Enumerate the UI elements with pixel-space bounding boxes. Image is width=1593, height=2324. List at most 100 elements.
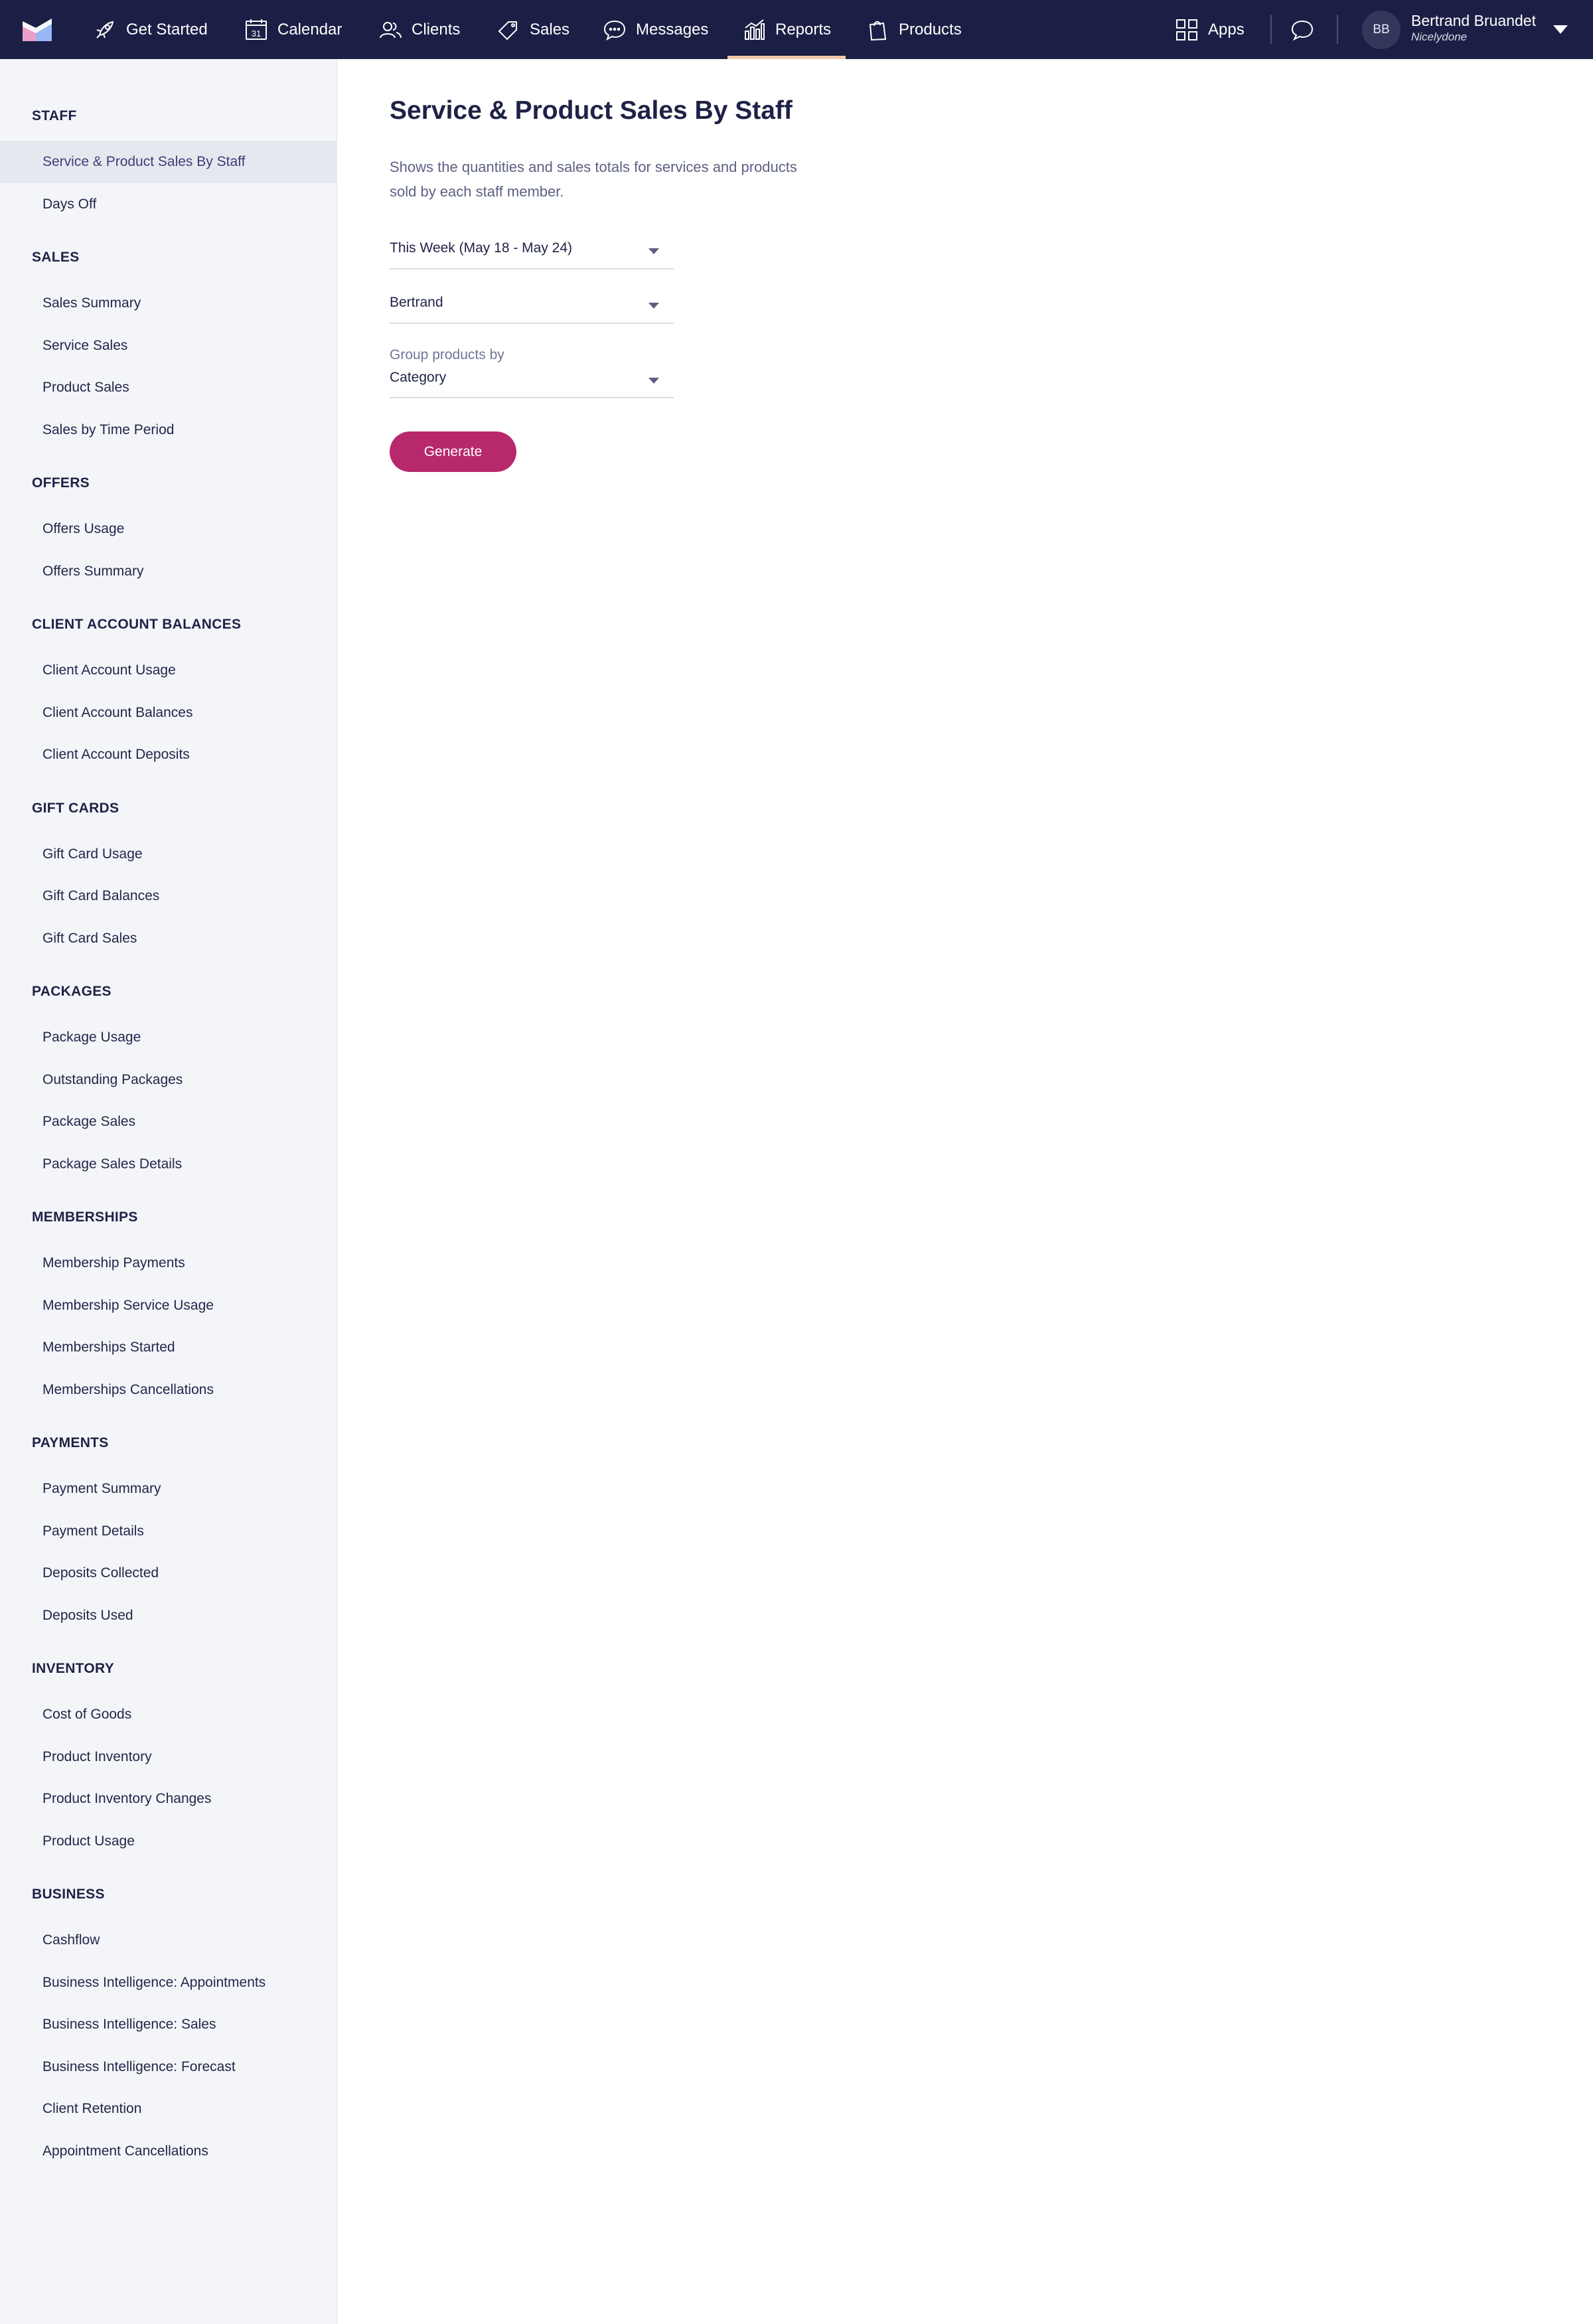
nav-item-label: Sales [530, 20, 570, 39]
page-title: Service & Product Sales By Staff [390, 96, 793, 125]
shopping-bag-icon [869, 21, 887, 40]
nav-item-get-started[interactable]: Get Started [93, 0, 208, 59]
sidebar-section-title: BUSINESS [32, 1887, 105, 1902]
sidebar-item-label: Business Intelligence: Sales [42, 2017, 216, 2032]
sidebar-item-membership-payments[interactable]: Membership Payments [0, 1242, 337, 1284]
nav-item-apps[interactable]: Apps [1175, 0, 1245, 59]
nav-item-label: Apps [1208, 20, 1245, 39]
tag-icon [498, 21, 517, 40]
nav-item-label: Get Started [126, 20, 208, 39]
sidebar-item-label: Service Sales [42, 337, 128, 353]
sidebar-item-payment-details[interactable]: Payment Details [0, 1510, 337, 1553]
sidebar-section-title: STAFF [32, 108, 77, 123]
sidebar-item-label: Memberships Started [42, 1340, 175, 1355]
calendar-icon: 31 [246, 19, 267, 40]
app-logo-icon[interactable] [23, 17, 52, 41]
sidebar-item-client-account-balances[interactable]: Client Account Balances [0, 692, 337, 734]
nav-item-calendar[interactable]: 31 Calendar [244, 0, 342, 59]
nav-item-clients[interactable]: Clients [378, 0, 460, 59]
date-range-value: This Week (May 18 - May 24) [390, 240, 573, 256]
sidebar-item-membership-service-usage[interactable]: Membership Service Usage [0, 1284, 337, 1327]
sidebar-item-label: Gift Card Usage [42, 846, 143, 862]
bar-chart-icon [745, 19, 765, 40]
sidebar-section-title: GIFT CARDS [32, 800, 119, 816]
sidebar-item-label: Membership Payments [42, 1255, 185, 1271]
sidebar-item-label: Payment Summary [42, 1481, 161, 1496]
sidebar-item-product-inventory-changes[interactable]: Product Inventory Changes [0, 1778, 337, 1820]
nav-item-products[interactable]: Products [866, 0, 962, 59]
sidebar-item-memberships-cancellations[interactable]: Memberships Cancellations [0, 1369, 337, 1411]
staff-select[interactable]: Bertrand [390, 295, 674, 324]
top-navigation-bar: Get Started 31 Calendar Clients Sales Me… [0, 0, 1593, 59]
sidebar-item-cashflow[interactable]: Cashflow [0, 1919, 337, 1962]
sidebar-item-label: Package Sales [42, 1114, 136, 1129]
messages-icon [603, 20, 626, 40]
nav-item-label: Clients [412, 20, 461, 39]
sidebar-item-offers-summary[interactable]: Offers Summary [0, 550, 337, 593]
group-products-select[interactable]: Category [390, 370, 674, 398]
sidebar-item-label: Appointment Cancellations [42, 2143, 208, 2159]
sidebar-item-label: Cashflow [42, 1932, 100, 1948]
sidebar-item-appointment-cancellations[interactable]: Appointment Cancellations [0, 2130, 337, 2173]
user-name[interactable]: Bertrand Bruandet [1411, 12, 1536, 30]
sidebar-item-deposits-collected[interactable]: Deposits Collected [0, 1552, 337, 1594]
nav-item-sales[interactable]: Sales [496, 0, 569, 59]
avatar[interactable]: BB [1362, 11, 1401, 49]
nav-item-label: Messages [636, 20, 709, 39]
sidebar-item-service-product-sales-by-staff[interactable]: Service & Product Sales By Staff [0, 141, 337, 183]
sidebar-item-business-intelligence-forecast[interactable]: Business Intelligence: Forecast [0, 2046, 337, 2088]
sidebar-item-product-sales[interactable]: Product Sales [0, 366, 337, 409]
sidebar-item-business-intelligence-appointments[interactable]: Business Intelligence: Appointments [0, 1962, 337, 2004]
sidebar-item-client-account-deposits[interactable]: Client Account Deposits [0, 734, 337, 776]
sidebar-item-package-sales[interactable]: Package Sales [0, 1101, 337, 1143]
sidebar-item-payment-summary[interactable]: Payment Summary [0, 1468, 337, 1510]
chat-button[interactable] [1290, 0, 1314, 59]
chevron-down-icon[interactable] [1553, 25, 1568, 34]
chevron-down-icon [648, 378, 659, 384]
sidebar-item-package-sales-details[interactable]: Package Sales Details [0, 1143, 337, 1186]
sidebar-item-business-intelligence-sales[interactable]: Business Intelligence: Sales [0, 2003, 337, 2046]
sidebar-section-title: PACKAGES [32, 984, 112, 999]
sidebar-item-cost-of-goods[interactable]: Cost of Goods [0, 1693, 337, 1736]
sidebar-item-label: Payment Details [42, 1523, 144, 1539]
nav-divider [1337, 15, 1338, 44]
sidebar-item-days-off[interactable]: Days Off [0, 183, 337, 226]
page-description: Shows the quantities and sales totals fo… [390, 159, 797, 200]
sidebar-item-client-account-usage[interactable]: Client Account Usage [0, 649, 337, 692]
sidebar-item-deposits-used[interactable]: Deposits Used [0, 1594, 337, 1637]
sidebar-item-label: Offers Usage [42, 521, 125, 536]
group-products-label: Group products by [390, 347, 504, 362]
nav-item-reports[interactable]: Reports [727, 0, 846, 59]
sidebar-item-package-usage[interactable]: Package Usage [0, 1016, 337, 1059]
sidebar-item-gift-card-usage[interactable]: Gift Card Usage [0, 833, 337, 876]
sidebar-item-label: Offers Summary [42, 563, 144, 579]
sidebar-item-label: Client Account Deposits [42, 747, 190, 762]
nav-item-messages[interactable]: Messages [603, 0, 708, 59]
sidebar-item-sales-summary[interactable]: Sales Summary [0, 282, 337, 325]
sidebar-item-label: Client Account Balances [42, 704, 193, 720]
sidebar-item-offers-usage[interactable]: Offers Usage [0, 508, 337, 550]
sidebar-item-label: Product Sales [42, 380, 129, 395]
sidebar-item-gift-card-sales[interactable]: Gift Card Sales [0, 917, 337, 960]
sidebar-item-service-sales[interactable]: Service Sales [0, 325, 337, 367]
nav-item-label: Products [899, 20, 962, 39]
sidebar-item-sales-by-time-period[interactable]: Sales by Time Period [0, 409, 337, 451]
sidebar-item-memberships-started[interactable]: Memberships Started [0, 1326, 337, 1369]
sidebar-section-title: CLIENT ACCOUNT BALANCES [32, 617, 242, 632]
generate-button[interactable]: Generate [390, 431, 516, 472]
sidebar-item-label: Deposits Collected [42, 1565, 159, 1581]
sidebar-item-client-retention[interactable]: Client Retention [0, 2088, 337, 2130]
date-range-select[interactable]: This Week (May 18 - May 24) [390, 240, 674, 270]
sidebar-section-title: SALES [32, 250, 80, 265]
clients-icon [380, 21, 402, 38]
sidebar-item-product-usage[interactable]: Product Usage [0, 1820, 337, 1863]
sidebar-item-product-inventory[interactable]: Product Inventory [0, 1736, 337, 1778]
sidebar-item-gift-card-balances[interactable]: Gift Card Balances [0, 875, 337, 917]
staff-value: Bertrand [390, 295, 443, 310]
sidebar-item-label: Client Retention [42, 2101, 142, 2116]
sidebar-item-outstanding-packages[interactable]: Outstanding Packages [0, 1059, 337, 1101]
sidebar-item-label: Gift Card Balances [42, 888, 160, 903]
sidebar-item-label: Service & Product Sales By Staff [42, 154, 246, 169]
nav-item-label: Calendar [277, 20, 342, 39]
sidebar-item-label: Client Account Usage [42, 662, 176, 678]
